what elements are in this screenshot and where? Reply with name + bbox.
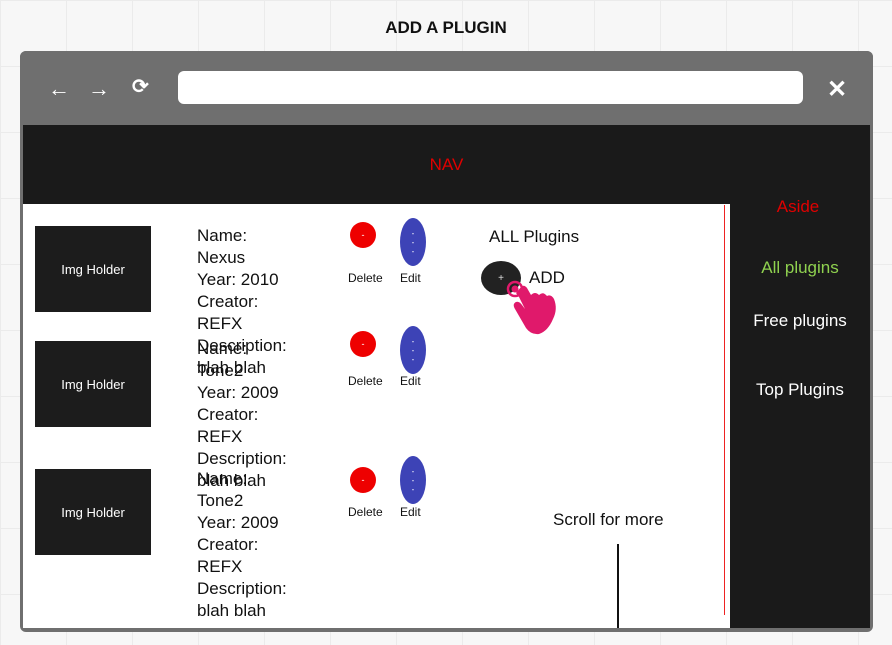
delete-button[interactable]: - — [350, 331, 376, 357]
scroll-hint: Scroll for more — [553, 510, 664, 529]
close-icon[interactable]: ✕ — [827, 75, 847, 104]
edit-button[interactable]: - - - — [400, 456, 426, 504]
back-arrow-icon[interactable]: ← — [48, 78, 70, 100]
plugin-year: Year: 2009 — [197, 513, 279, 532]
plugin-image-placeholder: Img Holder — [35, 341, 151, 427]
page-title: ADD A PLUGIN — [385, 18, 507, 37]
forward-arrow-icon[interactable]: → — [88, 78, 110, 100]
edit-dot: - — [411, 475, 415, 485]
nav-label: NAV — [429, 155, 464, 174]
plugin-image-placeholder: Img Holder — [35, 469, 151, 555]
browser-toolbar: ← → ⟳ ✕ — [20, 51, 873, 125]
edit-label: Edit — [400, 505, 421, 519]
scroll-arrow-line — [617, 544, 619, 628]
plugin-name: Name: Tone2 — [197, 469, 248, 510]
nav-bar: NAV — [23, 125, 870, 204]
plugin-creator: Creator: REFX — [197, 405, 259, 446]
hand-pointer-icon — [506, 280, 556, 335]
page-content: NAV Img Holder Name: Nexus Year: 2010 Cr… — [23, 125, 870, 628]
all-plugins-heading: ALL Plugins — [489, 227, 580, 246]
aside-link-all-plugins[interactable]: All plugins — [730, 258, 870, 278]
edit-dot: - — [411, 484, 415, 494]
reload-icon[interactable]: ⟳ — [132, 77, 149, 97]
delete-label: Delete — [348, 505, 383, 519]
plugin-year: Year: 2010 — [197, 270, 279, 289]
browser-window: ← → ⟳ ✕ NAV Img Holder Name: Nexus Year:… — [20, 51, 873, 632]
content-divider — [724, 205, 725, 615]
aside-title: Aside — [776, 197, 820, 216]
edit-dot: - — [411, 345, 415, 355]
delete-button[interactable]: - — [350, 222, 376, 248]
plugin-image-placeholder: Img Holder — [35, 226, 151, 312]
minus-icon: - — [361, 230, 365, 240]
edit-dot: - — [411, 466, 415, 476]
edit-dot: - — [411, 354, 415, 364]
edit-dot: - — [411, 237, 415, 247]
aside-link-free-plugins[interactable]: Free plugins — [730, 311, 870, 331]
edit-button[interactable]: - - - — [400, 218, 426, 266]
plugin-name: Name: Nexus — [197, 226, 248, 267]
plugin-info: Name: Tone2 Year: 2009 Creator: REFX Des… — [197, 468, 287, 622]
aside-panel: Aside All plugins Free plugins Top Plugi… — [730, 197, 870, 628]
plugin-creator: Creator: REFX — [197, 292, 259, 333]
delete-label: Delete — [348, 271, 383, 285]
edit-dot: - — [411, 246, 415, 256]
minus-icon: - — [361, 339, 365, 349]
edit-dot: - — [411, 228, 415, 238]
edit-button[interactable]: - - - — [400, 326, 426, 374]
plugin-name: Name: Tone2 — [197, 339, 248, 380]
edit-dot: - — [411, 336, 415, 346]
minus-icon: - — [361, 475, 365, 485]
url-bar[interactable] — [178, 71, 803, 104]
edit-label: Edit — [400, 374, 421, 388]
aside-link-top-plugins[interactable]: Top Plugins — [730, 380, 870, 400]
delete-button[interactable]: - — [350, 467, 376, 493]
edit-label: Edit — [400, 271, 421, 285]
plugin-description: Description: blah blah — [197, 579, 287, 620]
delete-label: Delete — [348, 374, 383, 388]
plugin-creator: Creator: REFX — [197, 535, 259, 576]
plugin-year: Year: 2009 — [197, 383, 279, 402]
